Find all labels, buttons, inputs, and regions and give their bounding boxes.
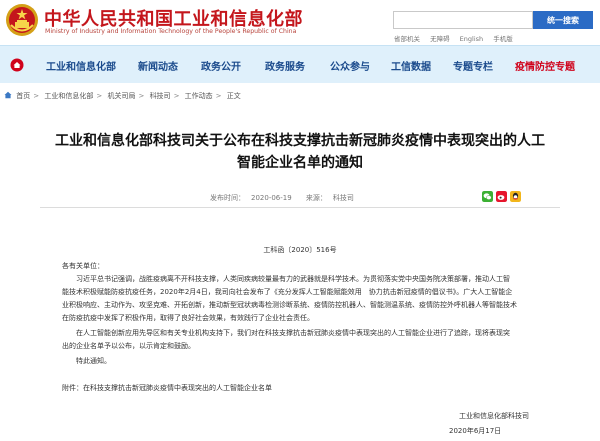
paragraph-line: 在人工智能创新应用先导区和有关专业机构支持下，我们对在科技支撑抗击新冠肺炎疫情中… (62, 329, 510, 337)
article-title-line2: 智能企业名单的通知 (237, 155, 363, 171)
breadcrumb-work-news[interactable]: 工作动态 (185, 92, 213, 100)
search-button[interactable]: 统一搜索 (533, 11, 593, 29)
breadcrumb-current: 正文 (226, 92, 241, 100)
breadcrumb-ministry[interactable]: 工业和信息化部 (44, 92, 93, 100)
breadcrumb-departments[interactable]: 机关司局 (107, 92, 135, 100)
paragraph-line: 业积极响应、主动作为、攻坚克难、开拓创新，推动新型冠状病毒检测诊断系统、疫情防控… (62, 301, 517, 309)
top-links: 省部机关 无障碍 English 手机版 (394, 33, 521, 43)
title-divider (40, 207, 560, 208)
share-qq-icon[interactable] (510, 191, 521, 202)
paragraph-line: 能技术积极赋能防疫抗疫任务，2020年2月4日，我司向社会发布了《充分发挥人工智… (62, 288, 513, 296)
nav-item-epidemic[interactable]: 疫情防控专题 (515, 58, 575, 73)
article-title-line1: 工业和信息化部科技司关于公布在科技支撑抗击新冠肺炎疫情中表现突出的人工 (55, 133, 545, 149)
breadcrumb-sci-tech[interactable]: 科技司 (150, 92, 171, 100)
nav-item-topics[interactable]: 专题专栏 (453, 58, 493, 73)
main-nav: 工业和信息化部 新闻动态 政务公开 政务服务 公众参与 工信数据 专题专栏 疫情… (0, 45, 600, 83)
article-title: 工业和信息化部科技司关于公布在科技支撑抗击新冠肺炎疫情中表现突出的人工 智能企业… (40, 130, 560, 174)
paragraph-line: 习近平总书记强调，战胜疫病离不开科技支撑，人类同疾病较量最有力的武器就是科学技术… (62, 275, 510, 283)
document-number: 工科函〔2020〕516号 (263, 246, 337, 254)
article-meta: 发布时间： 2020-06-19 来源： 科技司 (210, 193, 366, 203)
nav-item-data[interactable]: 工信数据 (391, 58, 431, 73)
site-header: 中华人民共和国工业和信息化部 Ministry of Industry and … (0, 0, 600, 45)
attachment-link[interactable]: 附件：在科技支撑抗击新冠肺炎疫情中表现突出的人工智能企业名单 (62, 383, 272, 393)
nav-item-participation[interactable]: 公众参与 (330, 58, 370, 73)
breadcrumb-home[interactable]: 首页 (16, 92, 30, 100)
meta-date: 2020-06-19 (251, 194, 292, 202)
share-wechat-icon[interactable] (482, 191, 493, 202)
nav-item-services[interactable]: 政务服务 (265, 58, 305, 73)
signature-date: 2020年6月17日 (449, 427, 502, 435)
top-link-agencies[interactable]: 省部机关 (394, 35, 420, 43)
breadcrumb: 首页 > 工业和信息化部 > 机关司局 > 科技司 > 工作动态 > 正文 (4, 91, 241, 101)
breadcrumb-home-icon (4, 91, 12, 99)
home-icon[interactable] (10, 58, 24, 72)
top-link-english[interactable]: English (460, 35, 483, 43)
top-link-mobile[interactable]: 手机版 (493, 35, 513, 43)
meta-source-label: 来源： (305, 194, 327, 202)
greeting: 各有关单位： (62, 262, 104, 270)
nav-item-gov-affairs[interactable]: 政务公开 (201, 58, 241, 73)
share-weibo-icon[interactable] (496, 191, 507, 202)
search-input[interactable] (393, 11, 533, 29)
national-emblem-icon[interactable] (5, 3, 39, 37)
site-subtitle-en: Ministry of Industry and Information Tec… (45, 28, 297, 35)
nav-item-ministry[interactable]: 工业和信息化部 (46, 58, 116, 73)
meta-date-label: 发布时间： (210, 194, 245, 202)
nav-item-news[interactable]: 新闻动态 (138, 58, 178, 73)
paragraph-line: 出的企业名单予以公布，以示肯定和鼓励。 (62, 342, 195, 350)
meta-source: 科技司 (332, 194, 354, 202)
paragraph-line: 在防疫抗疫中发挥了积极作用，取得了良好社会效果，有效践行了企业社会责任。 (62, 314, 314, 322)
closing-line: 特此通知。 (62, 357, 111, 365)
top-link-accessibility[interactable]: 无障碍 (430, 35, 450, 43)
signature-org: 工业和信息化部科技司 (459, 412, 529, 420)
